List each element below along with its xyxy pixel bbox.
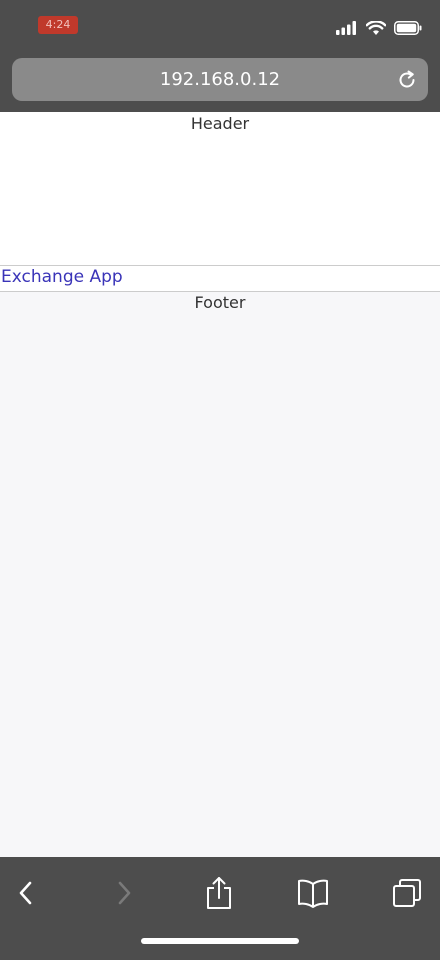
forward-button[interactable]: [104, 873, 144, 913]
share-button[interactable]: [199, 873, 239, 913]
status-time: 4:24: [38, 16, 78, 34]
footer-text: Footer: [194, 293, 246, 312]
status-icons: [336, 18, 422, 38]
url-text[interactable]: 192.168.0.12: [12, 58, 428, 101]
page-header: Header: [0, 112, 440, 266]
wifi-icon: [366, 20, 386, 35]
browser-toolbar: [0, 857, 440, 960]
battery-icon: [394, 21, 422, 35]
back-button[interactable]: [6, 873, 46, 913]
share-icon: [207, 877, 231, 909]
tabs-button[interactable]: [387, 873, 427, 913]
web-page: Header Exchange App Footer: [0, 112, 440, 857]
signal-icon: [336, 21, 356, 35]
bookmarks-button[interactable]: [293, 873, 333, 913]
nav-bar: Exchange App: [0, 266, 440, 292]
forward-icon: [118, 881, 131, 905]
back-icon: [19, 881, 32, 905]
header-text: Header: [190, 114, 250, 133]
browser-screen: 4:24 192.168.0.12 Header Exchange App Fo…: [0, 0, 440, 960]
home-indicator[interactable]: [141, 938, 299, 944]
address-bar[interactable]: 192.168.0.12: [12, 58, 428, 101]
reload-icon[interactable]: [396, 69, 418, 91]
exchange-app-link[interactable]: Exchange App: [1, 267, 123, 287]
browser-top-chrome: 4:24 192.168.0.12: [0, 0, 440, 112]
tabs-icon: [393, 879, 421, 907]
bookmarks-icon: [298, 879, 328, 908]
